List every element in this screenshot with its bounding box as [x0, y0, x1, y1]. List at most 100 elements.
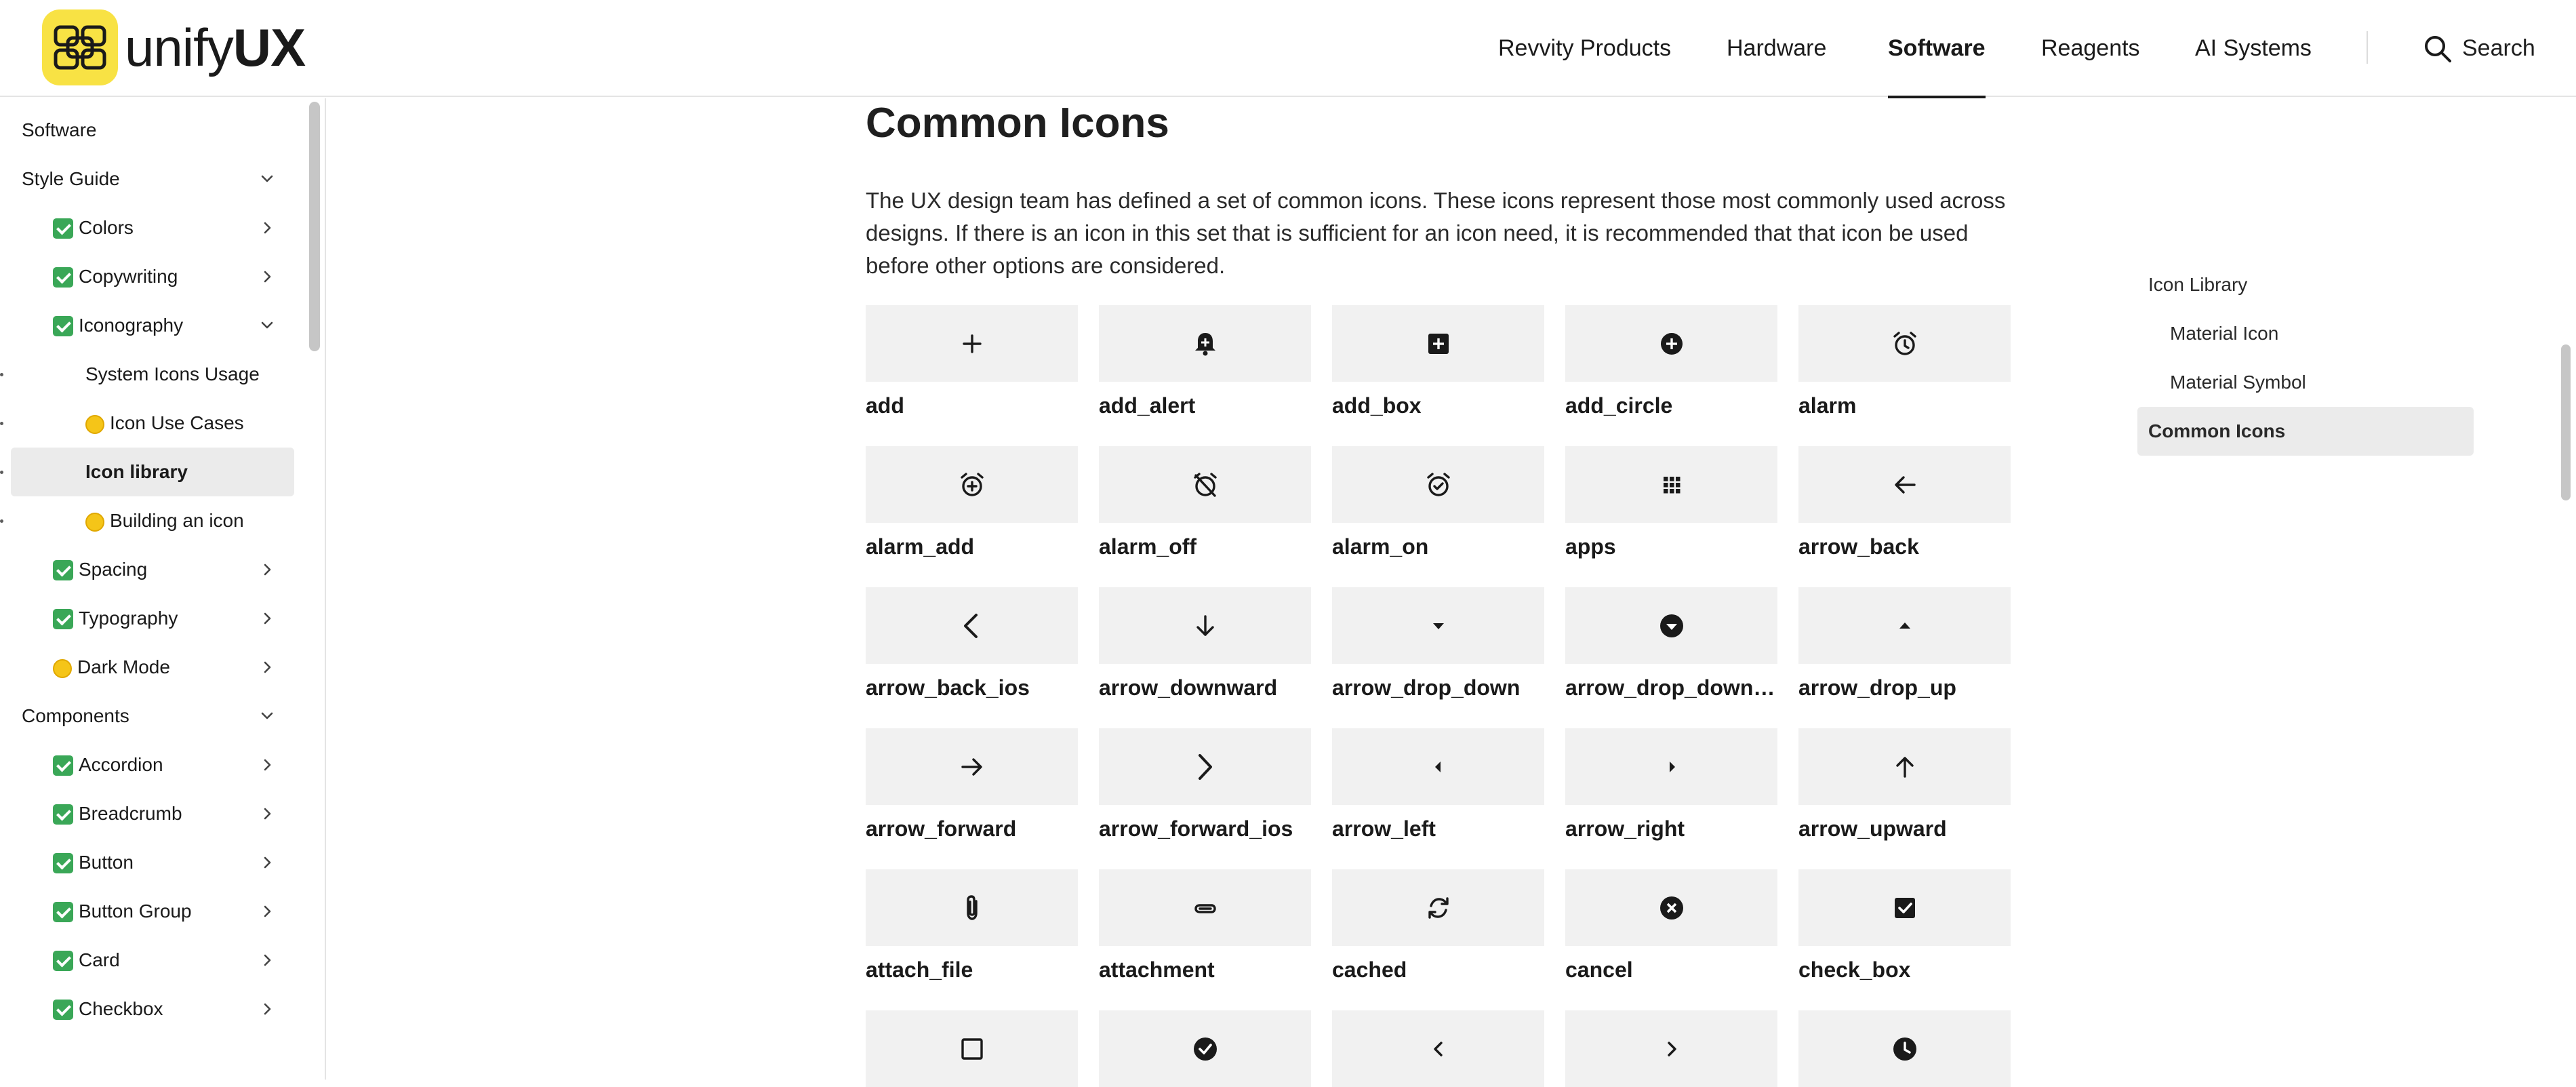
icon-tile[interactable] — [1099, 446, 1311, 523]
sidebar-item-label: Accordion — [79, 753, 163, 775]
chevron-right-icon[interactable] — [259, 561, 275, 578]
toc-item-icon-library[interactable]: Icon Library — [2137, 260, 2474, 309]
brand-name: unifyUX — [125, 18, 306, 77]
icon-tile[interactable] — [1332, 446, 1544, 523]
chevron-right-icon[interactable] — [259, 806, 275, 822]
icon-tile-label: arrow_back — [1798, 534, 1919, 559]
page-title: Common Icons — [866, 100, 1169, 146]
icon-tile[interactable] — [1332, 728, 1544, 805]
sidebar-item-system-icons-usage[interactable]: System Icons Usage — [0, 350, 294, 399]
icon-tile[interactable] — [866, 728, 1078, 805]
icon-tile[interactable] — [1798, 728, 2011, 805]
sidebar-item-components[interactable]: Components — [11, 692, 294, 740]
icon-tile[interactable] — [866, 869, 1078, 946]
sidebar-item-label: Software — [22, 119, 97, 140]
chevron-right-icon[interactable] — [259, 659, 275, 675]
icon-tile[interactable] — [1332, 1010, 1544, 1087]
chevron-right-icon[interactable] — [259, 903, 275, 920]
chevron-down-icon[interactable] — [259, 708, 275, 724]
icon-tile[interactable] — [1798, 305, 2011, 382]
sidebar-nav: Software Style Guide Colors Copywriting Icon… — [0, 98, 326, 1080]
brand-name-light: unify — [125, 18, 234, 77]
icon-tile-label: arrow_left — [1332, 816, 1436, 841]
icon-tile-label: add_circle — [1565, 393, 1673, 418]
icon-tile[interactable] — [1099, 1010, 1311, 1087]
page-scrollbar[interactable] — [2561, 344, 2571, 500]
icon-tile[interactable] — [866, 1010, 1078, 1087]
sidebar-item-checkbox[interactable]: Checkbox — [11, 985, 294, 1033]
arrow-drop-down-icon — [1422, 610, 1455, 642]
add-icon — [956, 328, 988, 360]
sidebar-item-style-guide[interactable]: Style Guide — [11, 155, 294, 203]
toc-item-material-symbol[interactable]: Material Symbol — [2137, 358, 2474, 407]
sidebar-item-accordion[interactable]: Accordion — [11, 740, 294, 789]
icon-tile[interactable] — [866, 446, 1078, 523]
icon-tile[interactable] — [1332, 587, 1544, 664]
chevron-down-icon[interactable] — [259, 171, 275, 187]
sidebar-item-building-an-icon[interactable]: Building an icon — [0, 496, 294, 545]
icon-tile[interactable] — [1099, 869, 1311, 946]
sidebar-item-colors[interactable]: Colors — [11, 203, 294, 252]
chevron-right-icon[interactable] — [259, 269, 275, 285]
chevron-right-icon[interactable] — [259, 610, 275, 627]
search-button[interactable]: Search — [2423, 0, 2535, 97]
sidebar-item-label: Button — [79, 851, 134, 873]
sidebar-item-icon-library[interactable]: Icon library — [0, 448, 294, 496]
nav-item-revvity-products[interactable]: Revvity Products — [1498, 0, 1671, 97]
icon-tile[interactable] — [1099, 587, 1311, 664]
intro-paragraph: The UX design team has defined a set of … — [866, 188, 2006, 278]
icon-tile-label: arrow_forward — [866, 816, 1017, 841]
icon-tile[interactable] — [1565, 446, 1777, 523]
toc-item-material-icon[interactable]: Material Icon — [2137, 309, 2474, 358]
sidebar-item-card[interactable]: Card — [11, 936, 294, 985]
cancel-icon — [1655, 892, 1688, 924]
arrow-right-icon — [1655, 751, 1688, 783]
icon-tile-label: add_alert — [1099, 393, 1196, 418]
icon-tile[interactable] — [1565, 587, 1777, 664]
chevron-right-icon[interactable] — [259, 854, 275, 871]
icon-tile[interactable] — [1332, 869, 1544, 946]
chevron-down-icon[interactable] — [259, 317, 275, 334]
chevron-right-icon[interactable] — [259, 1001, 275, 1017]
icon-tile[interactable] — [1798, 446, 2011, 523]
sidebar-item-breadcrumb[interactable]: Breadcrumb — [11, 789, 294, 838]
sidebar-item-iconography[interactable]: Iconography — [11, 301, 294, 350]
nav-item-hardware[interactable]: Hardware — [1727, 0, 1826, 97]
tree-bullet — [0, 422, 3, 425]
icon-tile[interactable] — [1565, 869, 1777, 946]
chevron-right-icon[interactable] — [259, 757, 275, 773]
sidebar-item-label: Building an icon — [110, 510, 244, 531]
sidebar-item-icon-use-cases[interactable]: Icon Use Cases — [0, 399, 294, 448]
nav-item-software[interactable]: Software — [1888, 0, 1986, 98]
icon-tile[interactable] — [1099, 305, 1311, 382]
brand-logo[interactable]: unifyUX — [42, 9, 306, 85]
sidebar-item-label: Card — [79, 949, 120, 970]
icon-tile-label: cancel — [1565, 957, 1633, 982]
icon-tile[interactable] — [866, 587, 1078, 664]
sidebar-item-label: Typography — [79, 607, 178, 629]
sidebar-scrollbar[interactable] — [309, 102, 320, 351]
nav-item-reagents[interactable]: Reagents — [2041, 0, 2140, 97]
icon-tile[interactable] — [1332, 305, 1544, 382]
icon-tile[interactable] — [1565, 305, 1777, 382]
icon-tile[interactable] — [1798, 1010, 2011, 1087]
icon-tile[interactable] — [1099, 728, 1311, 805]
chevron-right-icon[interactable] — [259, 220, 275, 236]
icon-tile[interactable] — [1798, 869, 2011, 946]
sidebar-item-button[interactable]: Button — [11, 838, 294, 887]
icon-tile[interactable] — [1565, 728, 1777, 805]
sidebar-item-copywriting[interactable]: Copywriting — [11, 252, 294, 301]
sidebar-item-label: Button Group — [79, 900, 192, 922]
sidebar-item-software[interactable]: Software — [11, 106, 294, 155]
sidebar-item-spacing[interactable]: Spacing — [11, 545, 294, 594]
icon-tile[interactable] — [1798, 587, 2011, 664]
sidebar-item-button-group[interactable]: Button Group — [11, 887, 294, 936]
icon-tile[interactable] — [866, 305, 1078, 382]
alarm-on-icon — [1422, 469, 1455, 501]
toc-item-common-icons[interactable]: Common Icons — [2137, 407, 2474, 456]
sidebar-item-dark-mode[interactable]: Dark Mode — [11, 643, 294, 692]
nav-item-ai-systems[interactable]: AI Systems — [2195, 0, 2312, 97]
sidebar-item-typography[interactable]: Typography — [11, 594, 294, 643]
chevron-right-icon[interactable] — [259, 952, 275, 968]
icon-tile[interactable] — [1565, 1010, 1777, 1087]
